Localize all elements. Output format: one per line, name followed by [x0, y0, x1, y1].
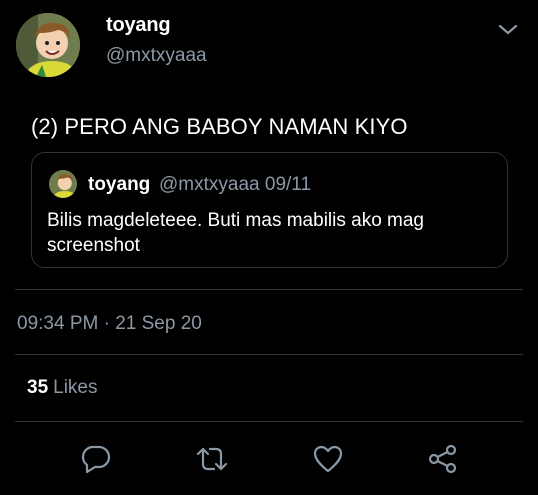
- chevron-down-icon[interactable]: [496, 20, 520, 40]
- quoted-tweet-card[interactable]: toyang @mxtxyaaa 09/11 Bilis magdeleteee…: [31, 152, 508, 268]
- like-icon: [313, 445, 343, 473]
- like-button[interactable]: [311, 444, 345, 474]
- retweet-button[interactable]: [195, 444, 229, 474]
- user-handle[interactable]: @mxtxyaaa: [106, 45, 207, 67]
- reply-icon: [81, 445, 111, 474]
- quoted-tweet-text: Bilis magdeleteee. Buti mas mabilis ako …: [47, 210, 425, 256]
- share-icon: [428, 444, 457, 474]
- divider: [15, 421, 523, 422]
- retweet-icon: [196, 447, 228, 471]
- quoted-display-name: toyang: [88, 174, 151, 195]
- avatar-illustration: [16, 13, 80, 77]
- likes-label: Likes: [53, 377, 98, 398]
- divider: [15, 289, 523, 290]
- display-name[interactable]: toyang: [106, 14, 171, 37]
- quoted-handle-date: @mxtxyaaa 09/11: [159, 174, 312, 195]
- quoted-avatar: [49, 170, 77, 198]
- likes-count: 35: [27, 377, 49, 398]
- divider: [15, 354, 523, 355]
- tweet-timestamp: 09:34 PM · 21 Sep 20: [17, 313, 202, 334]
- tweet-text: (2) PERO ANG BABOY NAMAN KIYO: [31, 114, 408, 139]
- likes-stat[interactable]: 35 Likes: [27, 377, 98, 399]
- share-button[interactable]: [426, 444, 460, 474]
- reply-button[interactable]: [79, 444, 113, 474]
- avatar[interactable]: [16, 13, 80, 77]
